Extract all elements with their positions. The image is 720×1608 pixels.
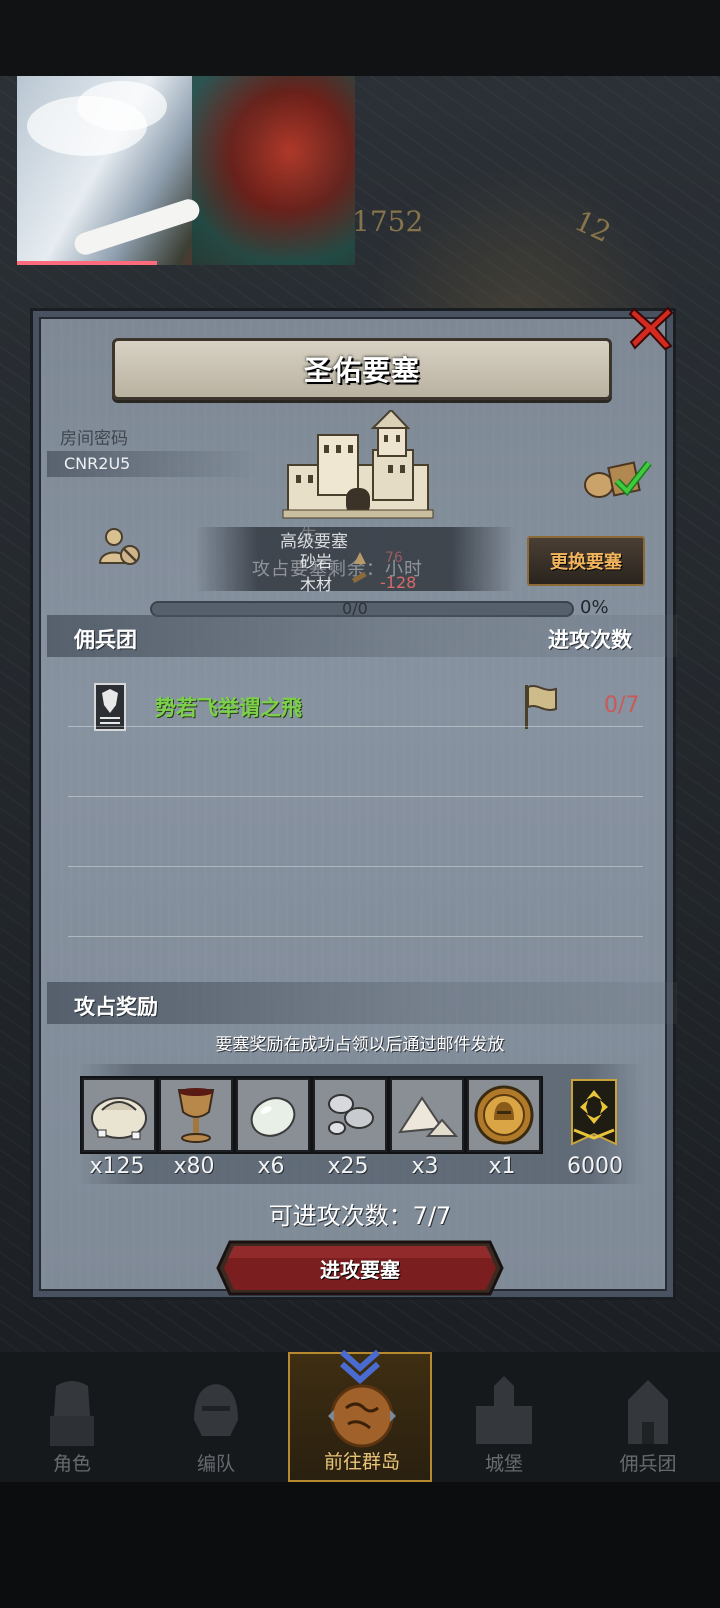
close-button[interactable] [626, 303, 676, 353]
chevron-down-icon [340, 1349, 380, 1384]
nav-mercenary-label: 佣兵团 [619, 1453, 677, 1475]
row-divider [68, 936, 643, 937]
mercenary-header-title: 佣兵团 [74, 628, 137, 652]
reward-silver-ore[interactable] [311, 1076, 389, 1154]
reward-count: x1 [488, 1154, 516, 1179]
row-divider [68, 866, 643, 867]
reward-count: x6 [257, 1154, 285, 1179]
fortress-title: 圣佑要塞 [303, 354, 420, 387]
title-banner: 圣佑要塞 [112, 338, 612, 400]
nav-castle[interactable]: 城堡 [432, 1352, 576, 1482]
cloud [77, 81, 167, 131]
attack-count-header: 进攻次数 [548, 628, 632, 652]
map-number: 1752 [352, 205, 424, 238]
reward-rank-banner[interactable] [566, 1078, 622, 1148]
row-divider [68, 796, 643, 797]
wood-icon [351, 571, 367, 584]
knight-medal-icon [469, 1080, 539, 1150]
silver-sack-icon [84, 1080, 154, 1150]
guild-banner-icon [94, 683, 126, 731]
guild-attack-count: 0/7 [604, 693, 640, 718]
reward-count: x125 [89, 1154, 145, 1179]
reward-knight-medal[interactable] [465, 1076, 543, 1154]
top-status-area [0, 0, 720, 76]
nav-role[interactable]: 角色 [0, 1352, 144, 1482]
guild-name[interactable]: 势若飞举谓之飛 [155, 692, 302, 722]
rewards-note: 要塞奖励在成功占领以后通过邮件发放 [215, 1035, 505, 1055]
castle-icon [282, 410, 434, 519]
video-thumbnail[interactable] [17, 76, 355, 265]
island-globe-icon [328, 1384, 396, 1448]
nav-mercenary[interactable]: 佣兵团 [576, 1352, 720, 1482]
resource-wood-name: 木材 [300, 575, 333, 594]
change-fortress-label: 更换要塞 [550, 552, 622, 573]
room-code-label: 房间密码 [60, 429, 128, 449]
rank-banner-icon [571, 1079, 617, 1146]
helmet-icon [194, 1384, 238, 1436]
salt-pile-icon [392, 1080, 462, 1150]
resource-sandstone-name: 砂岩 [300, 552, 333, 571]
goblet-icon [161, 1080, 231, 1150]
remaining-attempts: 可进攻次数：7/7 [268, 1202, 452, 1230]
row-divider [68, 726, 643, 727]
dragon-artwork [192, 76, 355, 265]
sandstone-icon [354, 552, 366, 564]
fox-tail-artwork [71, 196, 203, 258]
resource-sandstone-value: 76 [385, 550, 403, 566]
change-fortress-button[interactable]: 更换要塞 [527, 536, 645, 586]
reward-count: x25 [327, 1154, 369, 1179]
flag-icon [525, 685, 557, 729]
room-code[interactable]: CNR2U5 [64, 454, 130, 473]
video-progress-bar [17, 261, 157, 265]
reward-silver-sack[interactable] [80, 1076, 158, 1154]
nav-formation[interactable]: 编队 [144, 1352, 288, 1482]
resource-wood-value: -128 [380, 573, 417, 592]
reward-goblet[interactable] [157, 1076, 235, 1154]
attack-fortress-label[interactable]: 进攻要塞 [216, 1240, 504, 1296]
silver-ore-icon [315, 1080, 385, 1150]
reward-count: x3 [411, 1154, 439, 1179]
reward-salt-pile[interactable] [388, 1076, 466, 1154]
nav-castle-label: 城堡 [484, 1453, 523, 1475]
reward-count: x80 [173, 1154, 215, 1179]
mercenary-castle-icon [628, 1380, 668, 1444]
close-icon [628, 306, 674, 351]
bag-check-icon[interactable] [583, 455, 653, 500]
reward-pearl[interactable] [234, 1076, 312, 1154]
reward-count: 6000 [567, 1154, 623, 1179]
no-person-icon[interactable] [98, 525, 142, 569]
nav-formation-label: 编队 [196, 1453, 235, 1475]
knight-bust-icon [50, 1381, 94, 1446]
nav-role-label: 角色 [52, 1453, 91, 1475]
bottom-system-area [0, 1482, 720, 1608]
castle-icon [476, 1376, 532, 1444]
rewards-header-title: 攻占奖励 [74, 995, 158, 1019]
pearl-icon [238, 1080, 308, 1150]
nav-go-islands-label: 前往群岛 [323, 1451, 400, 1473]
